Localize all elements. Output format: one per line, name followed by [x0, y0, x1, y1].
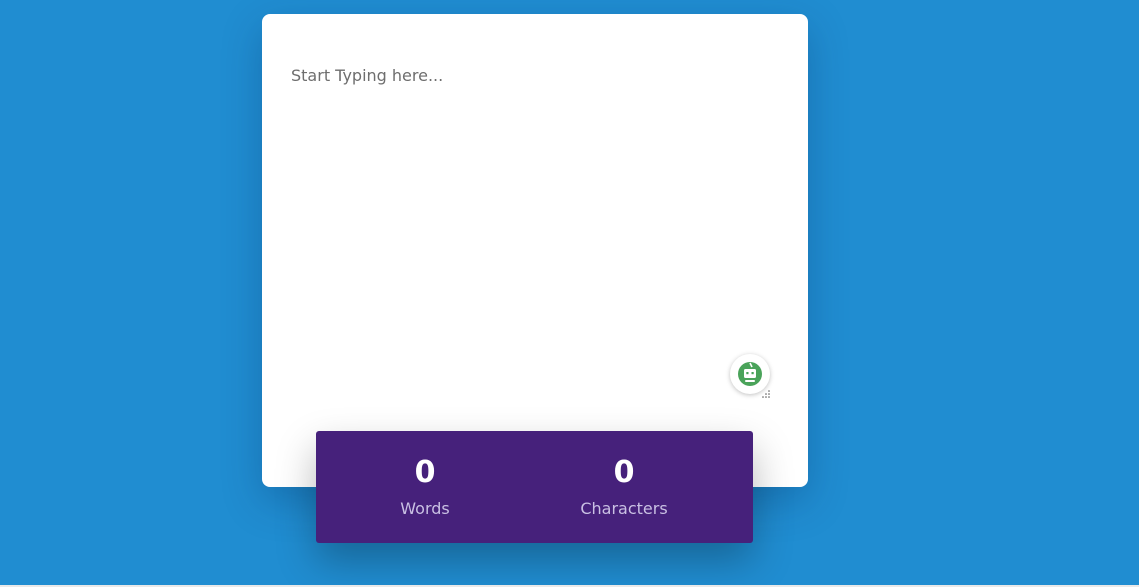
character-count-label: Characters: [580, 499, 668, 518]
character-count-stat: 0 Characters: [544, 453, 704, 519]
word-count-value: 0: [414, 455, 436, 490]
robot-icon: [737, 361, 763, 387]
word-count-label: Words: [400, 499, 450, 518]
editor-card: [262, 14, 808, 487]
character-count-value: 0: [613, 455, 635, 490]
stats-panel: 0 Words 0 Characters: [316, 431, 753, 543]
word-count-stat: 0 Words: [345, 453, 505, 519]
text-input[interactable]: [291, 66, 761, 346]
resize-grip-icon[interactable]: [762, 383, 770, 398]
